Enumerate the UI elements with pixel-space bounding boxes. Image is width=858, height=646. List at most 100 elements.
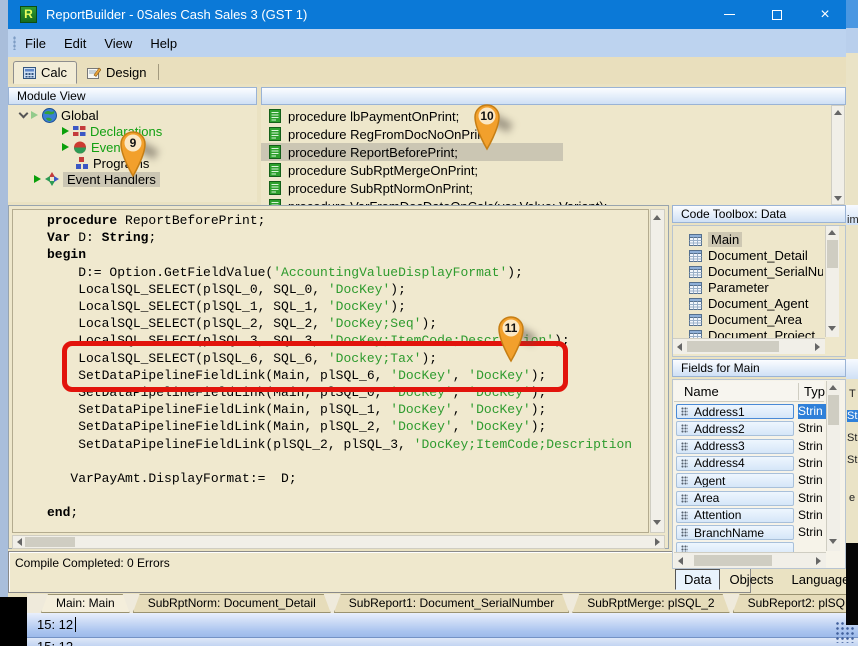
minimize-button[interactable] [708, 0, 750, 29]
menu-item[interactable]: Help [141, 36, 186, 51]
field-row[interactable]: Area Strin [676, 491, 824, 507]
document-tab[interactable]: SubRptNorm: Document_Detail [133, 594, 331, 613]
scroll-up-icon[interactable] [834, 110, 842, 115]
field-row[interactable]: Agent Strin [676, 473, 824, 489]
scroll-down-icon[interactable] [828, 326, 836, 331]
close-button[interactable]: × [804, 0, 846, 29]
field-type-cell[interactable]: Strin [798, 456, 828, 471]
scroll-up-icon[interactable] [828, 230, 836, 235]
drag-handle-icon[interactable] [681, 407, 688, 416]
procedure-list-item[interactable]: procedure RegFromDocNoOnPrint; [261, 125, 846, 143]
field-row[interactable]: Attention Strin [676, 508, 824, 524]
field-name-cell[interactable]: Attention [676, 508, 794, 523]
fields-vertical-scrollbar[interactable] [826, 381, 840, 551]
menu-item[interactable]: Edit [55, 36, 95, 51]
menu-item[interactable]: View [95, 36, 141, 51]
chevron-down-icon[interactable] [19, 108, 29, 118]
scrollbar-thumb[interactable] [827, 240, 838, 268]
toolbox-item[interactable]: Document_Agent [689, 296, 823, 311]
toolbox-item[interactable]: Document_Detail [689, 248, 823, 263]
document-tab[interactable]: Main: Main [41, 594, 130, 613]
field-name-label: Attention [694, 508, 741, 522]
scroll-left-icon[interactable] [677, 343, 682, 351]
drag-handle-icon[interactable] [681, 476, 688, 485]
scrollbar-thumb[interactable] [828, 395, 839, 425]
tab-data[interactable]: Data [675, 569, 720, 590]
tab-design[interactable]: Design [77, 61, 156, 84]
field-row[interactable]: Address2 Strin [676, 421, 824, 437]
field-name-cell[interactable]: Agent [676, 473, 794, 488]
tab-objects[interactable]: Objects [720, 569, 782, 590]
drag-handle-icon[interactable] [681, 459, 688, 468]
scroll-up-icon[interactable] [829, 385, 837, 390]
procedures-scrollbar[interactable] [831, 105, 845, 205]
drag-handle-icon[interactable] [681, 424, 688, 433]
expander-triangle-icon[interactable] [34, 175, 41, 183]
column-header-type[interactable]: Typ [804, 384, 825, 399]
tab-calc[interactable]: Calc [13, 61, 77, 84]
scroll-down-icon[interactable] [834, 196, 842, 201]
menu-item[interactable]: File [16, 36, 55, 51]
field-name-cell[interactable]: BranchName [676, 525, 794, 540]
toolbox-item[interactable]: Main [689, 232, 823, 247]
toolbox-item-label: Document_Detail [708, 248, 808, 263]
field-type-cell[interactable]: Strin [798, 404, 828, 419]
drag-handle-icon[interactable] [681, 494, 688, 503]
field-type-cell[interactable]: Strin [798, 491, 828, 506]
field-name-cell[interactable]: Address3 [676, 439, 794, 454]
scroll-down-icon[interactable] [829, 539, 837, 544]
drag-handle-icon[interactable] [681, 442, 688, 451]
field-name-cell[interactable]: Area [676, 491, 794, 506]
code-vertical-scrollbar[interactable] [650, 209, 665, 533]
scroll-left-icon[interactable] [17, 538, 22, 546]
expander-triangle-icon[interactable] [31, 111, 38, 119]
scrollbar-thumb[interactable] [694, 555, 772, 566]
field-row[interactable]: Address1 Strin [676, 404, 824, 420]
drag-handle-icon[interactable] [681, 511, 688, 520]
code-horizontal-scrollbar[interactable] [12, 535, 665, 549]
procedure-list-item[interactable]: procedure VarFromDocDateOnCalc(var Value… [261, 197, 846, 205]
column-header-name[interactable]: Name [684, 384, 719, 399]
field-type-cell[interactable]: Strin [798, 439, 828, 454]
expander-triangle-icon[interactable] [62, 143, 69, 151]
column-divider[interactable] [798, 383, 799, 400]
document-tab[interactable]: SubReport1: Document_SerialNumber [334, 594, 569, 613]
field-name-cell[interactable]: Address2 [676, 421, 794, 436]
scroll-right-icon[interactable] [815, 343, 820, 351]
toolbox-item[interactable]: Document_SerialNumber [689, 264, 823, 279]
scrollbar-thumb[interactable] [687, 341, 779, 352]
field-type-cell[interactable]: Strin [798, 525, 828, 540]
field-row[interactable]: Address4 Strin [676, 456, 824, 472]
scroll-up-icon[interactable] [653, 215, 661, 220]
drag-handle-icon[interactable] [681, 528, 688, 537]
field-name-cell[interactable]: Address4 [676, 456, 794, 471]
fields-horizontal-scrollbar[interactable] [674, 552, 826, 568]
field-row[interactable]: Address3 Strin [676, 439, 824, 455]
scroll-right-icon[interactable] [655, 538, 660, 546]
field-row[interactable]: BranchName Strin [676, 525, 824, 541]
toolbox-item[interactable]: Parameter [689, 280, 823, 295]
document-tab[interactable]: SubReport2: plSQL_6 [733, 594, 858, 613]
field-type-cell[interactable]: Strin [798, 421, 828, 436]
procedure-list-item[interactable]: procedure ReportBeforePrint; [261, 143, 563, 161]
expander-triangle-icon[interactable] [62, 127, 69, 135]
fields-column-headers: Name Typ [674, 381, 824, 402]
scroll-down-icon[interactable] [653, 520, 661, 525]
document-tab[interactable]: SubRptMerge: plSQL_2 [572, 594, 729, 613]
field-type-cell[interactable]: Strin [798, 508, 828, 523]
scroll-right-icon[interactable] [816, 557, 821, 565]
toolbox-horizontal-scrollbar[interactable] [673, 338, 825, 354]
table-icon [689, 250, 702, 262]
procedure-list-item[interactable]: procedure lbPaymentOnPrint; [261, 107, 846, 125]
scrollbar-thumb[interactable] [25, 537, 75, 547]
scroll-left-icon[interactable] [678, 557, 683, 565]
procedure-list-item[interactable]: procedure SubRptMergeOnPrint; [261, 161, 846, 179]
toolbox-vertical-scrollbar[interactable] [825, 226, 839, 337]
tree-item-global[interactable]: Global [20, 107, 99, 123]
procedure-list-item[interactable]: procedure SubRptNormOnPrint; [261, 179, 846, 197]
maximize-button[interactable] [756, 0, 798, 29]
field-name-cell[interactable]: Address1 [676, 404, 794, 419]
toolbox-item[interactable]: Document_Area [689, 312, 823, 327]
pin-number: 10 [472, 109, 502, 123]
field-type-cell[interactable]: Strin [798, 473, 828, 488]
